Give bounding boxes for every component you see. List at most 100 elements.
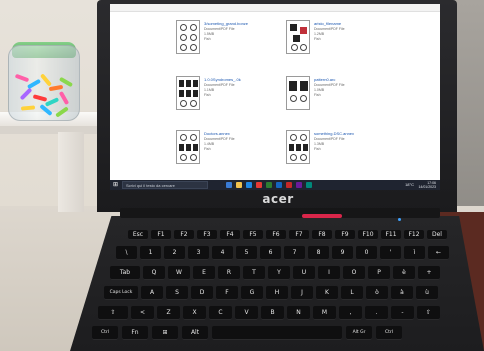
- keyboard-key[interactable]: è: [393, 266, 415, 280]
- excel-icon[interactable]: [266, 182, 272, 188]
- chrome-icon[interactable]: [256, 182, 262, 188]
- keyboard-key[interactable]: T: [243, 266, 265, 280]
- system-tray[interactable]: 18°C: [405, 182, 414, 187]
- keyboard-key[interactable]: 3: [188, 246, 209, 260]
- taskbar-clock[interactable]: 17:06 14/01/2023: [418, 181, 436, 189]
- windows-start-icon[interactable]: ⊞: [113, 182, 119, 188]
- keyboard-key[interactable]: V: [235, 306, 258, 320]
- app-icon[interactable]: [306, 182, 312, 188]
- keyboard-key[interactable]: A: [141, 286, 163, 300]
- keyboard-key[interactable]: 7: [284, 246, 305, 260]
- keyboard-key[interactable]: <: [131, 306, 154, 320]
- keyboard-key[interactable]: E: [193, 266, 215, 280]
- keyboard-key[interactable]: Alt Gr: [346, 326, 372, 340]
- keyboard-key[interactable]: G: [241, 286, 263, 300]
- keyboard-key[interactable]: F1: [151, 230, 171, 240]
- keyboard-key[interactable]: W: [168, 266, 190, 280]
- keyboard-key[interactable]: F: [216, 286, 238, 300]
- file-thumbnail: [176, 130, 200, 164]
- file-name: 3/someting_grand.bonze: [204, 21, 249, 26]
- file-item[interactable]: pattern0.arc Document/PDF File 1.0MB Fish: [286, 76, 406, 118]
- keyboard-key[interactable]: 0: [356, 246, 377, 260]
- keyboard-key[interactable]: ,: [339, 306, 362, 320]
- keyboard-key[interactable]: P: [368, 266, 390, 280]
- keyboard-key[interactable]: L: [341, 286, 363, 300]
- keyboard-key[interactable]: Y: [268, 266, 290, 280]
- keyboard-key[interactable]: Fn: [122, 326, 148, 340]
- keyboard-key[interactable]: I: [318, 266, 340, 280]
- file-item[interactable]: Doctors.annex Document/PDF File 1.4MB Fish: [176, 130, 296, 172]
- app-icon[interactable]: [296, 182, 302, 188]
- keyboard-key[interactable]: B: [261, 306, 284, 320]
- laptop-brand-logo: acer: [262, 192, 294, 206]
- keyboard-key[interactable]: 5: [236, 246, 257, 260]
- file-meta: Document/PDF File 1.3MB Fish: [314, 137, 345, 151]
- keyboard-key[interactable]: ⇧: [98, 306, 128, 320]
- keyboard-key[interactable]: 6: [260, 246, 281, 260]
- file-item[interactable]: aristo_filename Document/PDF File 1.2MB Fi…: [286, 20, 406, 62]
- keyboard-key[interactable]: Del: [427, 230, 447, 240]
- keyboard-key[interactable]: M: [313, 306, 336, 320]
- keyboard-key[interactable]: ì: [404, 246, 425, 260]
- taskbar-search-input[interactable]: Scrivi qui il testo da cercare: [122, 181, 208, 189]
- word-icon[interactable]: [276, 182, 282, 188]
- keyboard-key[interactable]: Esc: [128, 230, 148, 240]
- keyboard-key[interactable]: Ctrl: [92, 326, 118, 340]
- keyboard-key[interactable]: Alt: [182, 326, 208, 340]
- keyboard-key[interactable]: K: [316, 286, 338, 300]
- keyboard-key[interactable]: F10: [358, 230, 378, 240]
- keyboard-key[interactable]: F2: [174, 230, 194, 240]
- keyboard-key[interactable]: Tab: [110, 266, 140, 280]
- keyboard-key[interactable]: .: [365, 306, 388, 320]
- task-view-icon[interactable]: [226, 182, 232, 188]
- keyboard-key[interactable]: ⇧: [417, 306, 440, 320]
- keyboard-key[interactable]: -: [391, 306, 414, 320]
- file-item[interactable]: 1.0.0Syndromes_.0k Document/PDF File 1.1M…: [176, 76, 296, 118]
- keyboard-key[interactable]: ⊞: [152, 326, 178, 340]
- keyboard-key[interactable]: F11: [381, 230, 401, 240]
- keyboard-key[interactable]: F5: [243, 230, 263, 240]
- keyboard-key[interactable]: N: [287, 306, 310, 320]
- file-item[interactable]: something.DSC.annex Document/PDF File 1.3…: [286, 130, 406, 172]
- file-item[interactable]: 3/someting_grand.bonze Document/PDF File…: [176, 20, 296, 62]
- keyboard-key[interactable]: [212, 326, 342, 340]
- keyboard-key[interactable]: ': [380, 246, 401, 260]
- keyboard-key[interactable]: Ctrl: [376, 326, 402, 340]
- keyboard-key[interactable]: Q: [143, 266, 165, 280]
- keyboard-key[interactable]: Caps Lock: [104, 286, 138, 300]
- keyboard-key[interactable]: F7: [289, 230, 309, 240]
- keyboard-key[interactable]: F4: [220, 230, 240, 240]
- keyboard-key[interactable]: \: [116, 246, 137, 260]
- edge-icon[interactable]: [246, 182, 252, 188]
- keyboard-key[interactable]: ù: [416, 286, 438, 300]
- keyboard-key[interactable]: 4: [212, 246, 233, 260]
- search-placeholder: Scrivi qui il testo da cercare: [126, 183, 175, 188]
- keyboard-key[interactable]: 8: [308, 246, 329, 260]
- keyboard-key[interactable]: ←: [428, 246, 449, 260]
- keyboard-key[interactable]: X: [183, 306, 206, 320]
- keyboard-key[interactable]: C: [209, 306, 232, 320]
- keyboard-key[interactable]: F8: [312, 230, 332, 240]
- keyboard-key[interactable]: S: [166, 286, 188, 300]
- file-explorer-icon[interactable]: [236, 182, 242, 188]
- keyboard-key[interactable]: F12: [404, 230, 424, 240]
- keyboard-key[interactable]: D: [191, 286, 213, 300]
- keyboard-key[interactable]: à: [391, 286, 413, 300]
- photo: acer 3/someting_grand.bonze Document/PDF…: [0, 0, 484, 351]
- keyboard-key[interactable]: 9: [332, 246, 353, 260]
- keyboard-key[interactable]: F3: [197, 230, 217, 240]
- keyboard-key[interactable]: Z: [157, 306, 180, 320]
- keyboard-key[interactable]: +: [418, 266, 440, 280]
- keyboard-key[interactable]: O: [343, 266, 365, 280]
- keyboard-key[interactable]: H: [266, 286, 288, 300]
- keyboard-key[interactable]: F9: [335, 230, 355, 240]
- keyboard-key[interactable]: J: [291, 286, 313, 300]
- keyboard-key[interactable]: ò: [366, 286, 388, 300]
- pdf-reader-icon[interactable]: [286, 182, 292, 188]
- keyboard-key[interactable]: F6: [266, 230, 286, 240]
- keyboard-key[interactable]: 1: [140, 246, 161, 260]
- keyboard-key[interactable]: R: [218, 266, 240, 280]
- keyboard-key[interactable]: U: [293, 266, 315, 280]
- keyboard-key[interactable]: 2: [164, 246, 185, 260]
- paperclip: [58, 90, 70, 106]
